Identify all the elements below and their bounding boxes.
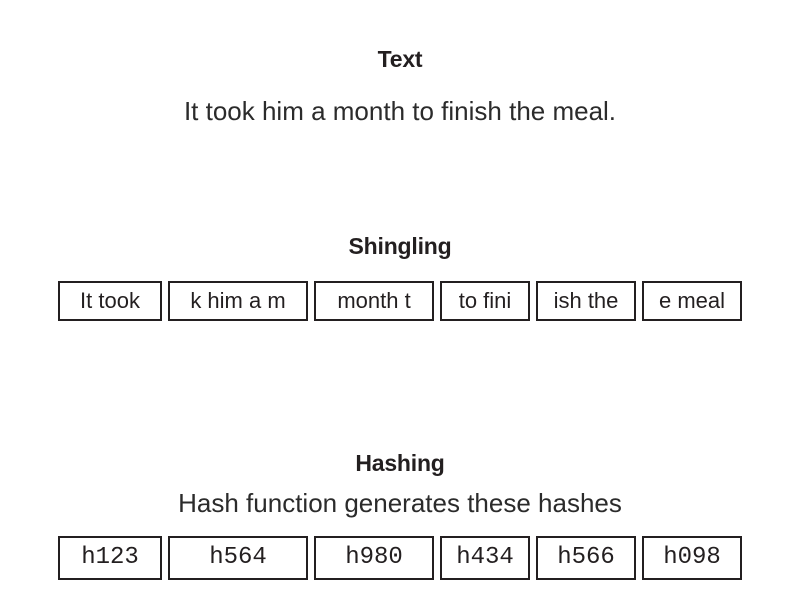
shingle-box-row: It took k him a m month t to fini ish the e m… [0,281,800,321]
shingle-box: to fini [440,281,530,321]
hash-box-row: h123 h564 h980 h434 h566 h098 [0,536,800,580]
source-sentence: It took him a month to finish the meal. [183,96,617,126]
shingle-box: ish the [536,281,636,321]
shingle-box: month t [314,281,434,321]
shingle-box: e meal [642,281,742,321]
hash-box: h566 [536,536,636,580]
hashing-caption: Hash function generates these hashes [178,488,622,518]
hashing-section-heading: Hashing [355,450,445,476]
slide-canvas: Text It took him a month to finish the m… [0,0,800,614]
shingle-box: It took [58,281,162,321]
hash-box: h123 [58,536,162,580]
shingle-box: k him a m [168,281,308,321]
hash-box: h980 [314,536,434,580]
shingling-section-heading: Shingling [348,233,452,259]
hash-box: h564 [168,536,308,580]
hash-box: h434 [440,536,530,580]
text-section-heading: Text [377,46,423,72]
hash-box: h098 [642,536,742,580]
